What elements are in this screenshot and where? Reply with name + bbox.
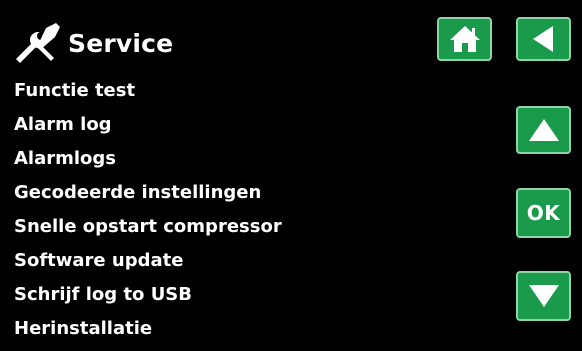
ok-button[interactable]: OK <box>516 188 571 238</box>
back-arrow-icon <box>532 26 553 52</box>
menu-item-snelle-opstart-compressor[interactable]: Snelle opstart compressor <box>14 215 282 249</box>
home-icon <box>449 26 480 52</box>
arrow-down-icon <box>528 285 559 307</box>
header-bar: Service <box>0 0 582 82</box>
ok-label: OK <box>526 201 561 225</box>
menu-item-alarm-log[interactable]: Alarm log <box>14 113 282 147</box>
tools-icon <box>16 23 60 63</box>
menu-item-herinstallatie[interactable]: Herinstallatie <box>14 317 282 351</box>
arrow-up-icon <box>528 119 559 141</box>
back-button[interactable] <box>516 17 571 61</box>
menu-item-alarmlogs[interactable]: Alarmlogs <box>14 147 282 181</box>
menu-item-functie-test[interactable]: Functie test <box>14 79 282 113</box>
page-title: Service <box>68 29 174 58</box>
menu-item-gecodeerde-instellingen[interactable]: Gecodeerde instellingen <box>14 181 282 215</box>
menu-item-schrijf-log-to-usb[interactable]: Schrijf log to USB <box>14 283 282 317</box>
home-button[interactable] <box>437 17 492 61</box>
scroll-down-button[interactable] <box>516 271 571 321</box>
scroll-up-button[interactable] <box>516 106 571 154</box>
service-menu: Functie test Alarm log Alarmlogs Gecodee… <box>14 79 282 351</box>
menu-item-software-update[interactable]: Software update <box>14 249 282 283</box>
